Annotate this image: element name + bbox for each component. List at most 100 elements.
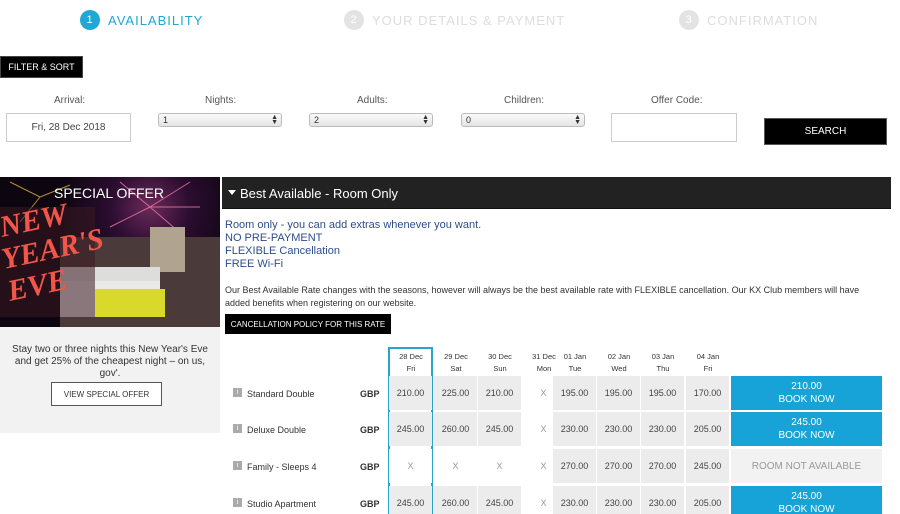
rate-header[interactable]: Best Available - Room Only [222, 177, 891, 209]
date-label: 30 Dec [488, 352, 512, 361]
price-cell[interactable]: 260.00 [434, 486, 477, 514]
price-cell[interactable]: 270.00 [597, 449, 640, 483]
room-currency: GBP [360, 389, 380, 399]
date-label: 29 Dec [444, 352, 468, 361]
room-info-icon[interactable]: i [233, 461, 242, 470]
booking-page: 1 AVAILABILITY 2 YOUR DETAILS & PAYMENT … [0, 0, 900, 514]
search-button[interactable]: SEARCH [764, 118, 887, 145]
children-value: 0 [466, 115, 472, 125]
price-cell[interactable]: 230.00 [553, 412, 596, 446]
book-price: 210.00 [791, 381, 822, 392]
cancellation-policy-button[interactable]: CANCELLATION POLICY FOR THIS RATE [225, 314, 391, 334]
price-cell[interactable]: 195.00 [641, 376, 684, 410]
date-label: 28 Dec [399, 352, 423, 361]
offer-code-label: Offer Code: [651, 95, 703, 106]
room-not-available: ROOM NOT AVAILABLE [731, 449, 882, 483]
price-cell[interactable]: 245.00 [478, 486, 521, 514]
select-arrows-icon: ▲ ▼ [574, 114, 581, 126]
arrival-date-field[interactable]: Fri, 28 Dec 2018 [6, 113, 131, 142]
step-number: 2 [344, 10, 364, 30]
caret-down-icon [228, 190, 236, 195]
special-offer-image: NEW YEAR'S EVE SPECIAL OFFER [0, 177, 220, 327]
adults-value: 2 [314, 115, 320, 125]
rate-description: Room only - you can add extras whenever … [225, 219, 481, 271]
offer-code-input[interactable] [611, 113, 737, 142]
day-label: Tue [568, 364, 582, 373]
step-label: YOUR DETAILS & PAYMENT [372, 12, 566, 28]
price-cell[interactable]: 230.00 [641, 412, 684, 446]
room-currency: GBP [360, 462, 380, 472]
room-currency: GBP [360, 499, 380, 509]
date-column-header: 03 Jan Thu [641, 351, 685, 375]
date-column-header: 01 Jan Tue [553, 351, 597, 375]
price-cell[interactable]: 205.00 [686, 412, 729, 446]
day-label: Fri [406, 364, 416, 373]
price-cell[interactable]: 230.00 [597, 412, 640, 446]
view-special-offer-button[interactable]: VIEW SPECIAL OFFER [51, 382, 162, 406]
price-cell[interactable]: 245.00 [389, 486, 432, 514]
nights-select[interactable]: 1 ▲ ▼ [158, 113, 282, 127]
rate-title: Best Available - Room Only [240, 186, 398, 201]
adults-label: Adults: [357, 95, 388, 106]
date-column-header: 29 Dec Sat [434, 351, 478, 375]
date-label: 02 Jan [607, 352, 631, 361]
adults-select[interactable]: 2 ▲ ▼ [309, 113, 433, 127]
children-select[interactable]: 0 ▲ ▼ [461, 113, 585, 127]
price-cell: X [389, 449, 432, 483]
price-cell[interactable]: 270.00 [641, 449, 684, 483]
room-name[interactable]: Deluxe Double [247, 425, 306, 435]
special-offer-panel: NEW YEAR'S EVE SPECIAL OFFER Stay two or… [0, 177, 220, 433]
book-label: BOOK NOW [778, 394, 835, 405]
room-name[interactable]: Studio Apartment [247, 499, 316, 509]
date-column-header: 04 Jan Fri [686, 351, 730, 375]
price-cell[interactable]: 230.00 [553, 486, 596, 514]
price-cell[interactable]: 270.00 [553, 449, 596, 483]
room-info-icon[interactable]: i [233, 498, 242, 507]
room-info-icon[interactable]: i [233, 388, 242, 397]
select-arrows-icon: ▲ ▼ [422, 114, 429, 126]
room-name[interactable]: Standard Double [247, 389, 315, 399]
step-number: 1 [80, 10, 100, 30]
price-cell[interactable]: 245.00 [686, 449, 729, 483]
price-cell[interactable]: 245.00 [478, 412, 521, 446]
book-now-button[interactable]: 245.00 BOOK NOW [731, 486, 882, 514]
price-cell[interactable]: 210.00 [478, 376, 521, 410]
day-label: Thu [656, 364, 670, 373]
date-column-header: 28 Dec Fri [389, 351, 433, 375]
date-column-header: 02 Jan Wed [597, 351, 641, 375]
price-cell: X [478, 449, 521, 483]
rate-desc-line: FLEXIBLE Cancellation [225, 245, 340, 257]
price-cell[interactable]: 210.00 [389, 376, 432, 410]
book-label: BOOK NOW [778, 504, 835, 514]
price-cell[interactable]: 205.00 [686, 486, 729, 514]
book-now-button[interactable]: 210.00 BOOK NOW [731, 376, 882, 410]
price-cell[interactable]: 230.00 [597, 486, 640, 514]
date-label: 01 Jan [563, 352, 587, 361]
price-cell[interactable]: 245.00 [389, 412, 432, 446]
filter-sort-button[interactable]: FILTER & SORT [0, 56, 83, 78]
price-cell[interactable]: 195.00 [553, 376, 596, 410]
book-price: 245.00 [791, 417, 822, 428]
date-label: 04 Jan [696, 352, 720, 361]
arrival-label: Arrival: [54, 95, 86, 106]
room-info-icon[interactable]: i [233, 424, 242, 433]
step-label: CONFIRMATION [707, 12, 819, 28]
price-cell[interactable]: 230.00 [641, 486, 684, 514]
booking-steps: 1 AVAILABILITY 2 YOUR DETAILS & PAYMENT … [0, 10, 900, 34]
date-label: 03 Jan [651, 352, 675, 361]
rate-desc-line: FREE Wi-Fi [225, 258, 284, 270]
date-column-header: 30 Dec Sun [478, 351, 522, 375]
special-offer-text: Stay two or three nights this New Year's… [12, 344, 208, 379]
book-now-button[interactable]: 245.00 BOOK NOW [731, 412, 882, 446]
room-name[interactable]: Family - Sleeps 4 [247, 462, 317, 472]
step-number: 3 [679, 10, 699, 30]
price-cell[interactable]: 195.00 [597, 376, 640, 410]
book-price: 245.00 [791, 491, 822, 502]
day-label: Sun [493, 364, 507, 373]
price-cell[interactable]: 260.00 [434, 412, 477, 446]
price-cell[interactable]: 225.00 [434, 376, 477, 410]
step-availability: 1 AVAILABILITY [80, 10, 203, 30]
step-confirmation: 3 CONFIRMATION [679, 10, 818, 30]
price-cell[interactable]: 170.00 [686, 376, 729, 410]
nights-value: 1 [163, 115, 169, 125]
